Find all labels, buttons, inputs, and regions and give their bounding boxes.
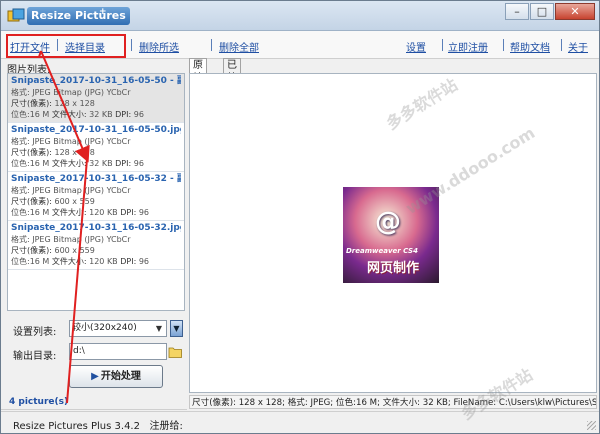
annotation-highlight-box: [6, 34, 126, 58]
tab-original[interactable]: 原始: [189, 58, 207, 84]
list-item-size: 128 x 128: [54, 99, 95, 108]
about-button[interactable]: 关于: [568, 39, 588, 54]
start-button-label: 开始处理: [100, 371, 141, 382]
start-button[interactable]: ▶ 开始处理: [69, 365, 163, 388]
settings-button[interactable]: 设置: [406, 39, 426, 54]
app-window: Resize Pictures + – □ ✕ 打开文件 选择目录 删除所选 删…: [0, 0, 600, 434]
status-bar: Resize Pictures Plus 3.4.2 注册给:: [1, 411, 599, 433]
minimize-icon[interactable]: –: [505, 3, 529, 20]
chevron-down-icon: ▼: [173, 324, 180, 333]
preset-select[interactable]: 较小(320x240) ▼: [69, 320, 167, 337]
title-bar: Resize Pictures + – □ ✕: [1, 1, 599, 31]
play-icon: ▶: [91, 371, 99, 382]
close-icon[interactable]: ✕: [555, 3, 595, 20]
register-button[interactable]: 立即注册: [448, 39, 488, 54]
menu-separator: [131, 39, 132, 51]
resize-grip[interactable]: [587, 421, 596, 430]
delete-all-button[interactable]: 删除全部: [219, 39, 259, 54]
list-item[interactable]: Snipaste_2017-10-31_16-05-32 - 副本.j 格式: …: [8, 172, 184, 221]
maximize-icon[interactable]: □: [530, 3, 554, 20]
menu-separator: [211, 39, 212, 51]
list-item[interactable]: Snipaste_2017-10-31_16-05-50 - 副本.jp 格式:…: [8, 74, 184, 123]
delete-selected-button[interactable]: 删除所选: [139, 39, 179, 54]
thumb-at-glyph: @: [375, 207, 401, 237]
list-item-name: Snipaste_2017-10-31_16-05-32 - 副本.j: [11, 174, 181, 184]
menu-separator: [561, 39, 562, 51]
menu-separator: [442, 39, 443, 51]
window-title: Resize Pictures: [27, 7, 130, 25]
preset-value: 较小(320x240): [72, 323, 137, 333]
window-title-plus: +: [99, 7, 107, 17]
output-dir-label: 输出目录:: [13, 351, 57, 362]
picture-list[interactable]: Snipaste_2017-10-31_16-05-50 - 副本.jp 格式:…: [7, 73, 185, 311]
status-version: Resize Pictures Plus 3.4.2 注册给:: [13, 421, 183, 432]
app-icon: [7, 8, 25, 22]
list-item-format: JPEG Bitmap (JPG) YCbCr: [32, 88, 131, 97]
list-item[interactable]: Snipaste_2017-10-31_16-05-50.jpg 格式: JPE…: [8, 123, 184, 172]
list-item-name: Snipaste_2017-10-31_16-05-50.jpg: [11, 125, 181, 135]
thumb-title: Dreamweaver CS4: [346, 247, 418, 255]
thumb-subtitle: 网页制作: [367, 261, 420, 276]
list-item-name: Snipaste_2017-10-31_16-05-32.jpg: [11, 223, 181, 233]
tab-processed[interactable]: 已处理: [223, 58, 241, 97]
list-item[interactable]: Snipaste_2017-10-31_16-05-32.jpg 格式: JPE…: [8, 221, 184, 270]
folder-icon[interactable]: [168, 343, 183, 360]
output-dir-input[interactable]: d:\: [69, 343, 167, 360]
dropdown-arrow-icon: ▼: [155, 324, 163, 333]
picture-count: 4 picture(s): [9, 397, 69, 407]
image-info-line: 尺寸(像素): 128 x 128; 格式: JPEG; 位色:16 M; 文件…: [189, 395, 597, 409]
help-button[interactable]: 帮助文档: [510, 39, 550, 54]
list-item-name: Snipaste_2017-10-31_16-05-50 - 副本.jp: [11, 76, 181, 86]
window-controls: – □ ✕: [504, 3, 595, 20]
preset-label: 设置列表:: [13, 327, 57, 338]
divider: [1, 409, 187, 410]
menu-separator: [503, 39, 504, 51]
preset-menu-button[interactable]: ▼: [170, 320, 183, 337]
